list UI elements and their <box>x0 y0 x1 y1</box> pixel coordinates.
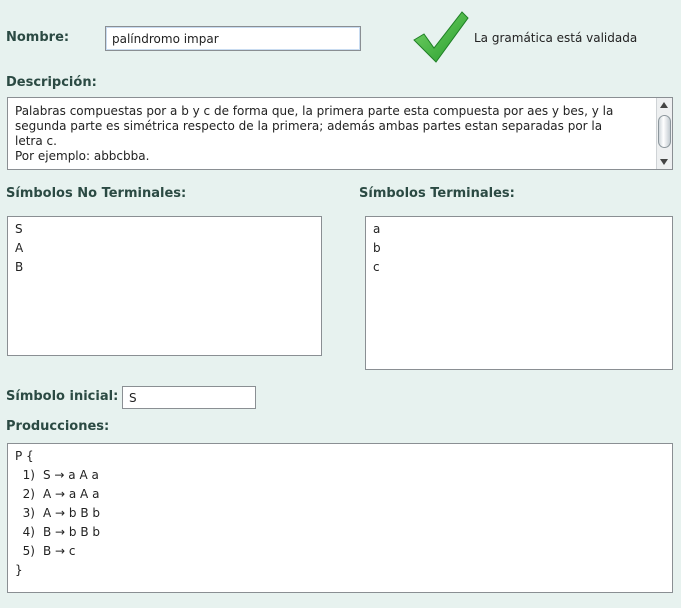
production-row: 4) B → b B b <box>15 523 665 542</box>
list-item: b <box>373 241 381 255</box>
list-item: a <box>373 222 381 236</box>
producciones-open: P { <box>15 449 34 463</box>
list-item: S <box>15 222 23 236</box>
producciones-label: Producciones: <box>6 419 110 434</box>
production-rule: A → a A a <box>43 487 100 501</box>
production-number: 2) <box>22 487 35 501</box>
no-terminales-textarea[interactable]: S A B <box>7 216 322 356</box>
scroll-down-icon[interactable] <box>660 159 668 165</box>
descripcion-line: segunda parte es simétrica respecto de l… <box>15 119 603 133</box>
production-number: 1) <box>22 468 35 482</box>
list-item: c <box>373 260 380 274</box>
list-item: A <box>15 241 24 255</box>
production-row: 3) A → b B b <box>15 504 665 523</box>
scroll-up-icon[interactable] <box>660 102 668 108</box>
descripcion-line: letra c. <box>15 134 57 148</box>
production-number: 4) <box>22 525 35 539</box>
checkmark-icon <box>413 11 469 63</box>
production-rule: B → b B b <box>43 525 101 539</box>
producciones-textarea[interactable]: P { 1) S → a A a 2) A → a A a 3) A → b B… <box>7 443 673 593</box>
no-terminales-label: Símbolos No Terminales: <box>6 186 187 201</box>
production-row: 5) B → c <box>15 542 665 561</box>
production-row: 2) A → a A a <box>15 485 665 504</box>
producciones-close: } <box>15 563 23 577</box>
production-row: 1) S → a A a <box>15 466 665 485</box>
terminales-label: Símbolos Terminales: <box>359 186 515 201</box>
descripcion-text: Palabras compuestas por a b y c de forma… <box>15 104 645 164</box>
production-rule: A → b B b <box>43 506 100 520</box>
production-rule: S → a A a <box>43 468 99 482</box>
simbolo-inicial-label: Símbolo inicial: <box>6 389 119 404</box>
scroll-thumb[interactable] <box>658 115 671 148</box>
nombre-label: Nombre: <box>6 30 70 45</box>
descripcion-line: Palabras compuestas por a b y c de forma… <box>15 104 614 118</box>
descripcion-line: Por ejemplo: abbcbba. <box>15 149 150 163</box>
descripcion-scrollbar[interactable] <box>656 98 672 169</box>
production-number: 3) <box>22 506 35 520</box>
simbolo-inicial-input[interactable] <box>122 386 256 409</box>
descripcion-label: Descripción: <box>6 75 97 90</box>
validation-status-text: La gramática está validada <box>474 31 638 45</box>
terminales-textarea[interactable]: a b c <box>365 216 673 370</box>
descripcion-textarea[interactable]: Palabras compuestas por a b y c de forma… <box>7 97 673 170</box>
production-rule: B → c <box>43 544 76 558</box>
list-item: B <box>15 260 24 274</box>
production-number: 5) <box>22 544 35 558</box>
nombre-input[interactable] <box>105 26 361 51</box>
